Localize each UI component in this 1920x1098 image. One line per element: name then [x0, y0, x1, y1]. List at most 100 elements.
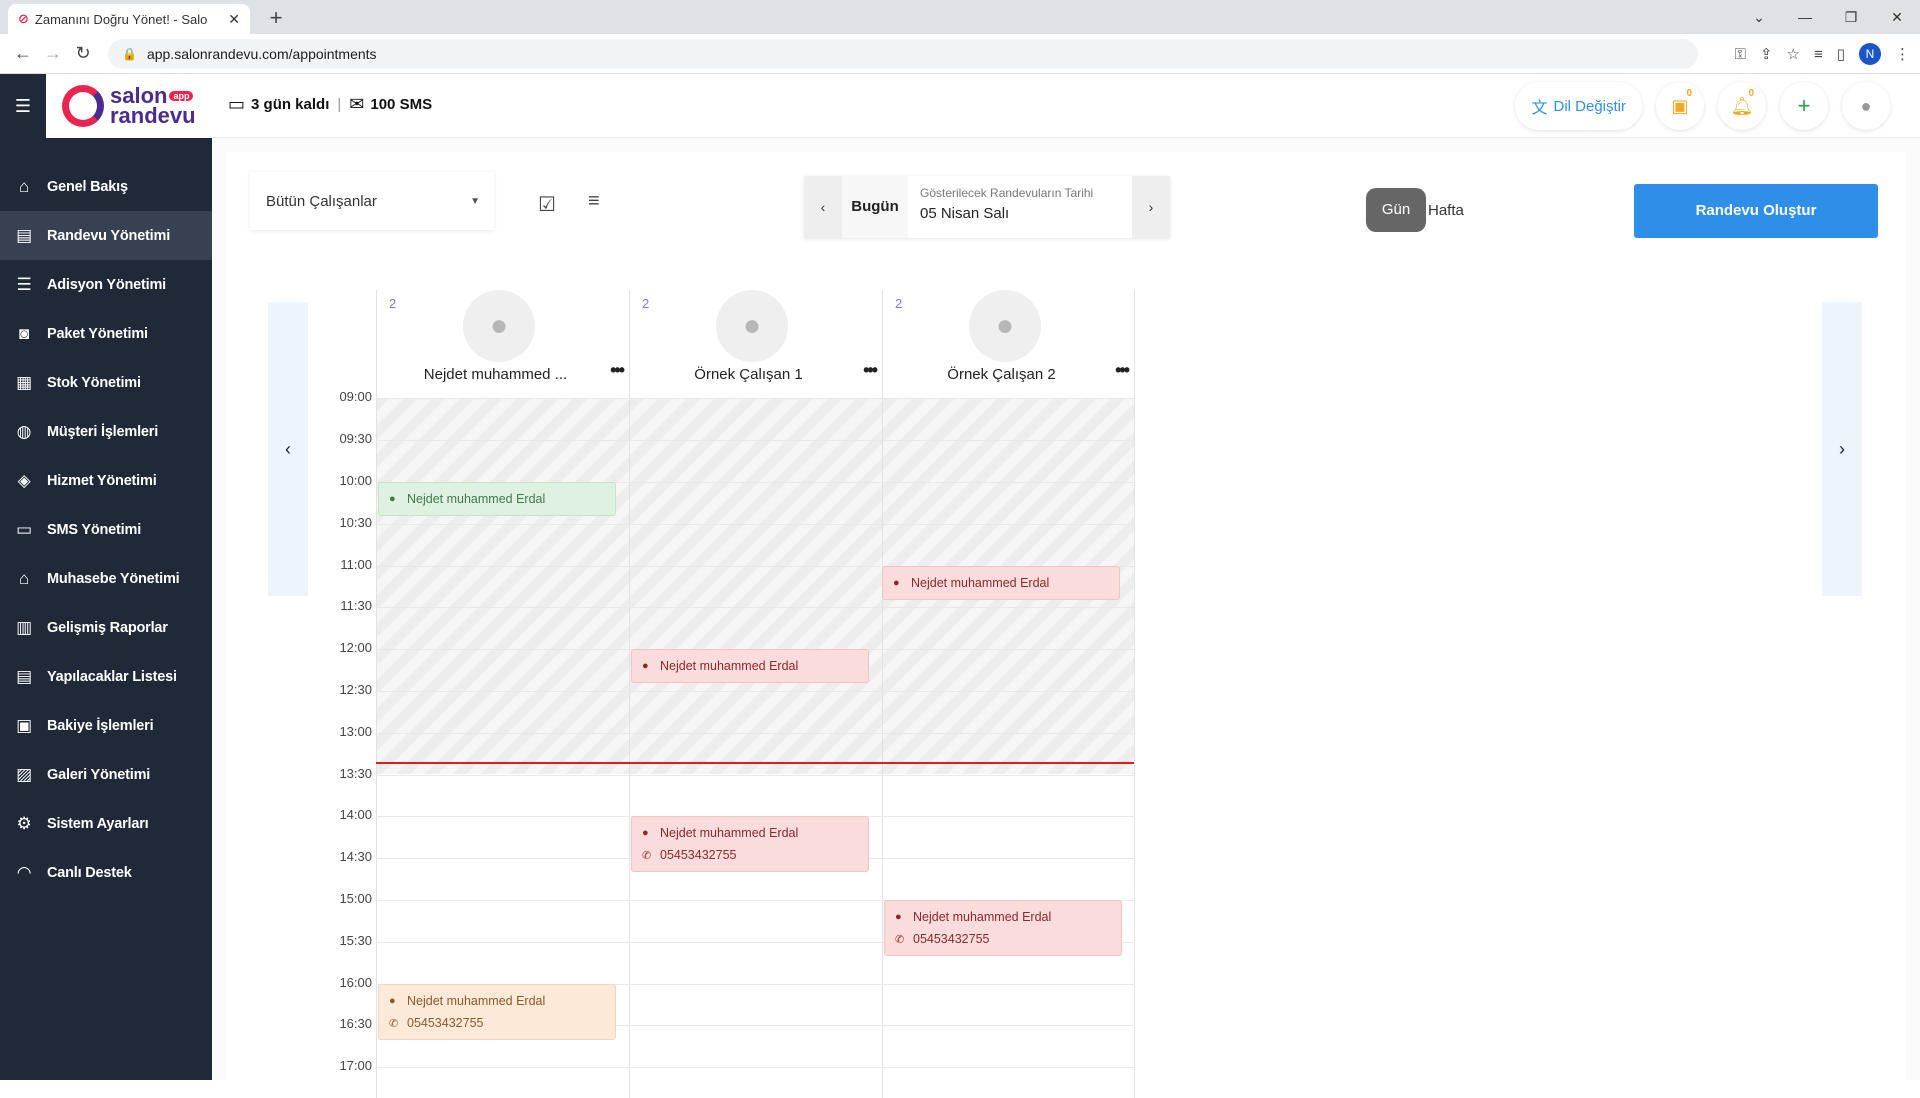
sidebar-item-sistem[interactable]: ⚙ Sistem Ayarları	[0, 799, 212, 848]
main-content: Bütün Çalışanlar ▼ ☑ ≡ ‹ Bugün Gösterile…	[212, 138, 1920, 1098]
calendar-notif-button[interactable]: ▣ 0	[1656, 82, 1704, 130]
staff-column-header: 2 ● Nejdet muhammed ... •••	[376, 290, 629, 398]
date-navigator: ‹ Bugün Gösterilecek Randevuların Tarihi…	[804, 176, 1170, 238]
chart-icon: ▥	[16, 617, 32, 637]
user-menu-button[interactable]: ●	[1842, 82, 1890, 130]
day-view-button[interactable]: Gün	[1366, 188, 1426, 232]
logo-mark-icon	[62, 85, 104, 127]
sms-balance: 100 SMS	[370, 96, 433, 113]
sidebar-item-randevu[interactable]: ▤ Randevu Yönetimi	[0, 211, 212, 260]
share-icon[interactable]: ⇪	[1760, 45, 1773, 63]
restore-icon[interactable]: ❐	[1828, 9, 1874, 26]
sidebar-item-paket[interactable]: ◙ Paket Yönetimi	[0, 309, 212, 358]
sidebar-item-stok[interactable]: ▦ Stok Yönetimi	[0, 358, 212, 407]
notification-button[interactable]: 🔔︎ 0	[1718, 82, 1766, 130]
sidebar-item-raporlar[interactable]: ▥ Gelişmiş Raporlar	[0, 603, 212, 652]
language-button[interactable]: 文 Dil Değiştir	[1515, 82, 1642, 130]
date-field-value: 05 Nisan Salı	[920, 205, 1010, 222]
schedule-grid: ● Nejdet muhammed Erdal ● Nejdet muhammed …	[376, 398, 1135, 1098]
back-icon[interactable]: ←	[8, 43, 38, 64]
forward-icon[interactable]: →	[38, 43, 68, 64]
calendar-check-icon[interactable]: ☑	[538, 192, 556, 217]
appointment-customer: Nejdet muhammed Erdal	[407, 492, 546, 506]
window-controls: ⌄ — ❐ ✕	[1736, 0, 1920, 34]
staff-column[interactable]	[629, 398, 882, 1098]
new-tab-button[interactable]: +	[262, 4, 290, 32]
staff-name: Örnek Çalışan 1	[694, 366, 803, 383]
sidebar-item-genel-bakis[interactable]: ⌂ Genel Bakış	[0, 162, 212, 211]
sidebar-item-yapilacaklar[interactable]: ▤ Yapılacaklar Listesi	[0, 652, 212, 701]
sidebar: ⌂ Genel Bakış ▤ Randevu Yönetimi ☰ Adisyon …	[0, 138, 212, 1080]
sidebar-item-label: Canlı Destek	[47, 864, 132, 881]
time-label: 16:00	[339, 975, 372, 990]
sidebar-item-adisyon[interactable]: ☰ Adisyon Yönetimi	[0, 260, 212, 309]
filter-icon[interactable]: ≡	[588, 190, 600, 213]
lock-icon: 🔒	[122, 47, 137, 61]
key-icon[interactable]: ⚿	[1735, 46, 1746, 63]
appointment-card[interactable]: ● Nejdet muhammed Erdal ✆ 05453432755	[631, 816, 869, 872]
time-label: 14:30	[339, 849, 372, 864]
appointment-card[interactable]: ● Nejdet muhammed Erdal	[631, 649, 869, 683]
grid-line	[376, 775, 1134, 776]
appointment-card[interactable]: ● Nejdet muhammed Erdal ✆ 05453432755	[378, 984, 616, 1040]
reading-list-icon[interactable]: ≡	[1814, 46, 1823, 63]
sidebar-item-bakiye[interactable]: ▣ Bakiye İşlemleri	[0, 701, 212, 750]
sidebar-item-hizmet[interactable]: ◈ Hizmet Yönetimi	[0, 456, 212, 505]
menu-icon[interactable]: ⋮	[1895, 45, 1910, 63]
address-bar[interactable]: 🔒 app.salonrandevu.com/appointments	[108, 39, 1698, 69]
reload-icon[interactable]: ↻	[68, 43, 98, 64]
next-day-button[interactable]: ›	[1132, 176, 1170, 238]
more-options-icon[interactable]: •••	[610, 360, 625, 381]
quick-add-button[interactable]: +	[1780, 82, 1828, 130]
sidebar-item-label: Hizmet Yönetimi	[47, 472, 157, 489]
browser-tab[interactable]: ⊘ Zamanını Doğru Yönet! - Salo ✕	[8, 4, 250, 34]
sidebar-item-label: Muhasebe Yönetimi	[47, 570, 180, 587]
appointment-count: 2	[895, 296, 903, 311]
prev-day-button[interactable]: ‹	[804, 176, 842, 238]
scroll-right-button[interactable]: ›	[1822, 302, 1862, 596]
sidebar-item-galeri[interactable]: ▨ Galeri Yönetimi	[0, 750, 212, 799]
url-text: app.salonrandevu.com/appointments	[146, 46, 377, 62]
caret-down-icon: ▼	[470, 196, 480, 207]
bank-icon: ⌂	[18, 568, 30, 588]
tab-search-icon[interactable]: ⌄	[1736, 9, 1782, 26]
close-window-icon[interactable]: ✕	[1874, 9, 1920, 26]
staff-name: Örnek Çalışan 2	[947, 366, 1056, 383]
time-label: 11:00	[340, 557, 372, 572]
grid-line	[376, 398, 1134, 399]
sidebar-item-destek[interactable]: ◠ Canlı Destek	[0, 848, 212, 897]
view-toggle: Gün Hafta	[1366, 188, 1464, 232]
time-label: 11:30	[340, 598, 372, 613]
sidepanel-icon[interactable]: ▯	[1837, 45, 1845, 63]
menu-toggle-icon[interactable]: ☰	[0, 74, 46, 138]
sidebar-item-musteri[interactable]: ◍ Müşteri İşlemleri	[0, 407, 212, 456]
today-button[interactable]: Bugün	[842, 176, 908, 238]
date-field[interactable]: Gösterilecek Randevuların Tarihi 05 Nisa…	[908, 176, 1132, 238]
store-icon: ▦	[16, 372, 32, 392]
sidebar-item-muhasebe[interactable]: ⌂ Muhasebe Yönetimi	[0, 554, 212, 603]
minimize-icon[interactable]: —	[1782, 9, 1828, 25]
logo[interactable]: salon app randevu	[46, 74, 212, 138]
appointment-customer: Nejdet muhammed Erdal	[660, 659, 799, 673]
time-label: 14:00	[339, 807, 372, 822]
staff-column[interactable]	[882, 398, 1135, 1098]
sidebar-item-label: Randevu Yönetimi	[47, 227, 171, 244]
sidebar-item-sms[interactable]: ▭ SMS Yönetimi	[0, 505, 212, 554]
header-actions: 文 Dil Değiştir ▣ 0 🔔︎ 0 + ●	[1515, 82, 1890, 130]
appointment-card[interactable]: ● Nejdet muhammed Erdal	[378, 482, 616, 516]
appointment-card[interactable]: ● Nejdet muhammed Erdal ✆ 05453432755	[884, 900, 1122, 956]
employee-select[interactable]: Bütün Çalışanlar ▼	[250, 172, 494, 230]
time-label: 15:00	[339, 891, 372, 906]
employee-select-value: Bütün Çalışanlar	[266, 192, 377, 210]
more-options-icon[interactable]: •••	[863, 360, 878, 381]
app-header: ☰ salon app randevu ▭ 3 gün kaldı | ✉ 100…	[0, 74, 1920, 138]
appointment-count: 2	[389, 296, 397, 311]
appointment-card[interactable]: ● Nejdet muhammed Erdal	[882, 566, 1120, 600]
week-view-button[interactable]: Hafta	[1428, 202, 1464, 219]
profile-avatar[interactable]: N	[1859, 43, 1881, 65]
close-tab-icon[interactable]: ✕	[228, 11, 240, 28]
create-appointment-button[interactable]: Randevu Oluştur	[1634, 184, 1878, 238]
tab-title: Zamanını Doğru Yönet! - Salo	[34, 11, 208, 27]
star-icon[interactable]: ☆	[1787, 45, 1800, 63]
more-options-icon[interactable]: •••	[1115, 360, 1130, 381]
